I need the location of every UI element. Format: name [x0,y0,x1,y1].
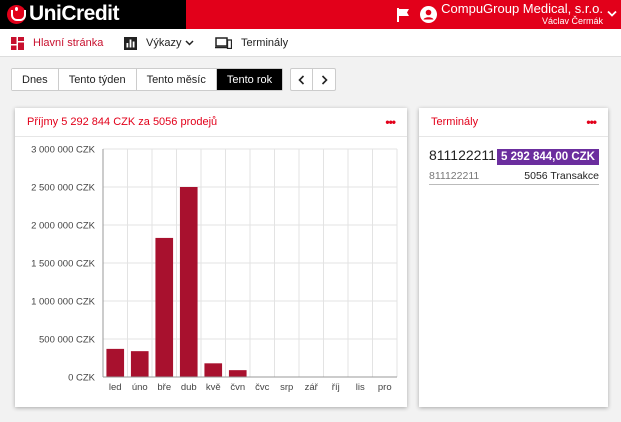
x-tick-label: zář [305,382,319,393]
user-name: Václav Čermák [541,16,603,26]
x-tick-label: bře [157,382,171,393]
top-header: UniCredit CompuGroup Medical, s.r.o. Vác… [0,0,621,29]
y-tick-label: 1 000 000 CZK [31,297,96,308]
main-nav: Hlavní stránka Výkazy Terminály [0,29,621,57]
nav-item-label: Hlavní stránka [33,37,104,49]
revenue-card: Příjmy 5 292 844 CZK za 5056 prodejů •••… [15,108,407,407]
terminals-card: Terminály ••• 811122211 5 292 844,00 CZK… [419,108,608,407]
terminal-transactions: 5056 Transakce [524,170,599,182]
bar-chart-icon [124,36,137,50]
more-dots-icon[interactable]: ••• [385,116,396,128]
period-year-button[interactable]: Tento rok [216,69,283,90]
chevron-left-icon [298,74,305,85]
revenue-title: Příjmy 5 292 844 CZK za 5056 prodejů [27,116,218,128]
terminal-detail-row: 811122211 5056 Transakce [429,168,599,185]
nav-item-label: Terminály [241,37,289,49]
nav-item-home[interactable]: Hlavní stránka [11,29,103,57]
bar-kvě[interactable] [204,363,223,377]
y-tick-label: 2 000 000 CZK [31,221,96,232]
y-tick-label: 500 000 CZK [39,335,96,346]
chevron-down-icon [185,40,194,46]
terminals-title: Terminály [431,116,479,128]
y-tick-label: 2 500 000 CZK [31,183,96,194]
terminal-amount-badge: 5 292 844,00 CZK [497,149,599,165]
previous-period-button[interactable] [291,69,313,90]
flag-icon[interactable] [397,8,410,22]
revenue-bar-chart: 0 CZK 500 000 CZK 1 000 000 CZK 1 500 000 C… [31,145,398,393]
next-period-button[interactable] [313,69,335,90]
logo-text: UniCredit [29,2,120,25]
nav-item-terminals[interactable]: Terminály [215,29,288,57]
unicredit-logo-icon [7,5,26,24]
x-tick-label: čvn [230,382,245,393]
x-tick-label: pro [378,382,392,393]
devices-icon [215,37,232,49]
terminals-card-header: Terminály ••• [419,108,608,137]
y-tick-label: 1 500 000 CZK [31,259,96,270]
x-tick-label: čvc [255,382,270,393]
nav-item-label: Výkazy [146,37,182,49]
logo[interactable]: UniCredit [0,0,186,29]
nav-item-reports[interactable]: Výkazy [124,29,194,57]
company-name: CompuGroup Medical, s.r.o. [441,1,603,16]
terminal-id-small: 811122211 [429,170,480,182]
user-account-icon[interactable] [420,6,437,23]
chevron-down-icon[interactable] [607,10,617,18]
y-tick-label: 3 000 000 CZK [31,145,96,156]
period-month-button[interactable]: Tento měsíc [136,69,217,90]
terminal-id: 811122211 [429,147,496,163]
dashboard-icon [11,36,24,50]
x-tick-label: srp [280,382,293,393]
x-tick-label: lis [356,382,365,393]
terminal-row[interactable]: 811122211 5 292 844,00 CZK [429,145,599,165]
period-pager [290,68,336,91]
more-dots-icon[interactable]: ••• [586,116,597,128]
bar-led[interactable] [106,348,125,377]
x-tick-label: úno [132,382,148,393]
bar-dub[interactable] [179,187,198,377]
period-today-button[interactable]: Dnes [12,69,59,90]
period-selector: Dnes Tento týden Tento měsíc Tento rok [11,68,284,91]
revenue-card-header: Příjmy 5 292 844 CZK za 5056 prodejů ••• [15,108,407,137]
bar-úno[interactable] [130,351,149,377]
bar-bře[interactable] [155,237,174,377]
y-tick-label: 0 CZK [68,373,96,384]
x-tick-label: led [109,382,122,393]
x-tick-label: říj [332,382,340,393]
x-tick-label: kvě [206,382,221,393]
chevron-right-icon [321,74,328,85]
bar-čvn[interactable] [228,370,247,377]
period-week-button[interactable]: Tento týden [58,69,137,90]
company-info[interactable]: CompuGroup Medical, s.r.o. Václav Čermák [441,2,603,27]
x-tick-label: dub [181,382,197,393]
